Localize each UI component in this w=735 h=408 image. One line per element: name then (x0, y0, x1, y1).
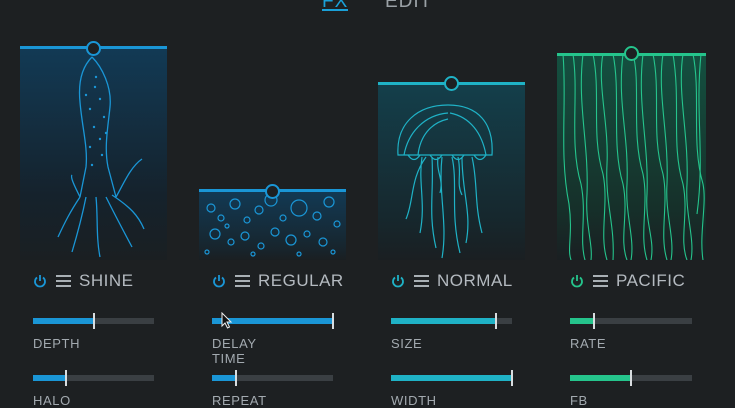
halo-slider[interactable] (33, 370, 154, 386)
bubbles-preset-name[interactable]: REGULAR (258, 271, 344, 291)
top-tabs: FX EDIT (0, 0, 735, 14)
power-icon[interactable] (391, 274, 405, 288)
power-icon[interactable] (570, 274, 584, 288)
halo-label: HALO (33, 393, 71, 408)
bubbles-panel[interactable] (199, 190, 346, 260)
squid-icon (57, 56, 145, 258)
width-label: WIDTH (391, 393, 437, 408)
bubbles-header: REGULAR (212, 270, 344, 292)
jellyfish-preset-name[interactable]: NORMAL (437, 271, 513, 291)
repeat-label: REPEAT (212, 393, 267, 408)
bubbles-icon (204, 193, 341, 257)
delay-time-label: DELAY TIME (212, 336, 257, 366)
width-slider[interactable] (391, 370, 513, 386)
bubbles-mix-knob[interactable] (265, 184, 280, 199)
size-slider[interactable] (391, 313, 512, 329)
menu-icon[interactable] (414, 275, 429, 287)
jellyfish-header: NORMAL (391, 270, 513, 292)
jellyfish-panel[interactable] (378, 83, 525, 260)
menu-icon[interactable] (235, 275, 250, 287)
seaweed-mix-knob[interactable] (624, 46, 639, 61)
tab-fx[interactable]: FX (322, 0, 349, 13)
power-icon[interactable] (212, 274, 226, 288)
jellyfish-mix-knob[interactable] (444, 76, 459, 91)
squid-panel[interactable] (20, 47, 167, 260)
repeat-slider[interactable] (212, 370, 333, 386)
seaweed-preset-name[interactable]: PACIFIC (616, 271, 685, 291)
rate-slider[interactable] (570, 313, 692, 329)
depth-slider[interactable] (33, 313, 154, 329)
squid-preset-name[interactable]: SHINE (79, 271, 133, 291)
squid-mix-knob[interactable] (86, 41, 101, 56)
depth-label: DEPTH (33, 336, 81, 351)
rate-label: RATE (570, 336, 607, 351)
seaweed-panel[interactable] (557, 54, 706, 260)
fb-label: FB (570, 393, 588, 408)
seaweed-header: PACIFIC (570, 270, 685, 292)
mouse-cursor-icon (221, 312, 233, 329)
squid-header: SHINE (33, 270, 133, 292)
power-icon[interactable] (33, 274, 47, 288)
menu-icon[interactable] (56, 275, 71, 287)
size-label: SIZE (391, 336, 423, 351)
tab-edit[interactable]: EDIT (385, 0, 432, 13)
jellyfish-icon (397, 104, 493, 259)
menu-icon[interactable] (593, 275, 608, 287)
seaweed-icon (562, 54, 705, 260)
fb-slider[interactable] (570, 370, 692, 386)
